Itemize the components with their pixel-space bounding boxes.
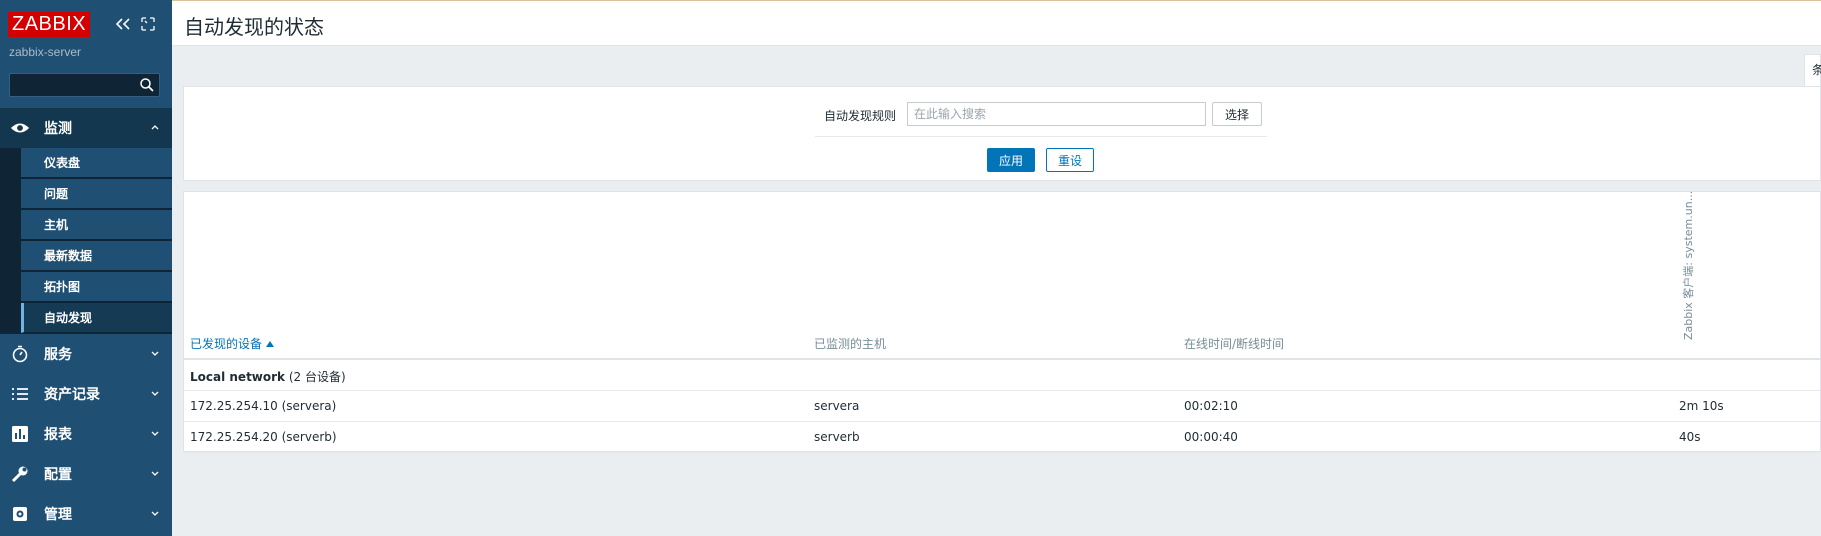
uptime-cell: 00:02:10	[1184, 399, 1238, 413]
table-row: 172.25.254.20 (serverb) serverb 00:00:40…	[184, 422, 1820, 453]
check-cell: 40s	[1679, 430, 1701, 444]
collapse-sidebar-icon[interactable]	[114, 15, 132, 33]
group-name: Local network	[190, 370, 286, 384]
select-button[interactable]: 选择	[1212, 102, 1262, 126]
column-header-host: 已监测的主机	[814, 337, 887, 351]
chevron-down-icon	[151, 511, 159, 516]
host-cell: servera	[814, 399, 860, 413]
sidebar-item-latest-data[interactable]: 最新数据	[21, 241, 172, 271]
logo-row: ZABBIX	[8, 12, 91, 37]
apply-button[interactable]: 应用	[987, 148, 1035, 172]
device-cell: 172.25.254.20 (serverb)	[190, 430, 337, 444]
discovery-rule-label: 自动发现规则	[824, 109, 897, 123]
menu-configuration-label: 配置	[44, 467, 72, 483]
sidebar-item-maps[interactable]: 拓扑图	[21, 272, 172, 302]
menu-monitoring[interactable]: 监测	[0, 108, 172, 148]
discovery-rule-input[interactable]	[907, 102, 1206, 126]
sidebar: ZABBIX zabbix-server 监测 仪表盘 问题 主机 最新数据 拓…	[0, 0, 172, 536]
search-icon[interactable]	[139, 77, 155, 93]
bar-chart-icon	[10, 425, 30, 443]
menu-reports-label: 报表	[44, 427, 72, 443]
list-icon	[10, 385, 30, 403]
sidebar-item-problems[interactable]: 问题	[21, 179, 172, 209]
group-count: (2 台设备)	[288, 370, 346, 384]
chevron-down-icon	[151, 431, 159, 436]
menu-administration[interactable]: 管理	[0, 494, 172, 534]
sidebar-item-hosts[interactable]: 主机	[21, 210, 172, 240]
page-title: 自动发现的状态	[184, 15, 324, 39]
zabbix-logo[interactable]: ZABBIX	[8, 12, 91, 37]
discovery-table: 已发现的设备 已监测的主机 在线时间/断线时间 Zabbix 客户端: syst…	[183, 191, 1821, 453]
eye-icon	[10, 119, 30, 137]
monitoring-submenu: 仪表盘 问题 主机 最新数据 拓扑图 自动发现	[0, 148, 172, 334]
filter-divider	[815, 136, 1267, 137]
column-header-uptime: 在线时间/断线时间	[1184, 337, 1285, 351]
sidebar-item-dashboard[interactable]: 仪表盘	[21, 148, 172, 178]
gear-icon	[10, 505, 30, 523]
chevron-down-icon	[151, 351, 159, 356]
chevron-down-icon	[151, 471, 159, 476]
page-header: 自动发现的状态	[172, 1, 1821, 46]
menu-configuration[interactable]: 配置	[0, 454, 172, 494]
column-header-device[interactable]: 已发现的设备	[190, 335, 275, 352]
menu-reports[interactable]: 报表	[0, 414, 172, 454]
chevron-down-icon	[151, 391, 159, 396]
column-header-device-label: 已发现的设备	[190, 337, 263, 351]
table-row: 172.25.254.10 (servera) servera 00:02:10…	[184, 391, 1820, 422]
menu-administration-label: 管理	[44, 507, 72, 523]
device-cell: 172.25.254.10 (servera)	[190, 399, 337, 413]
column-header-check-label: Zabbix 客户端: system.un...	[1682, 190, 1695, 340]
menu-services[interactable]: 服务	[0, 334, 172, 374]
sort-ascending-icon	[266, 341, 275, 347]
table-group-row: Local network (2 台设备)	[184, 360, 1820, 391]
group-cell: Local network (2 台设备)	[190, 368, 346, 385]
filter-tab-label: 条	[1812, 63, 1821, 77]
filter-panel: 自动发现规则 选择 应用 重设	[183, 86, 1821, 181]
host-cell: serverb	[814, 430, 860, 444]
wrench-icon	[10, 465, 30, 483]
menu-services-label: 服务	[44, 347, 72, 363]
check-cell: 2m 10s	[1679, 399, 1724, 413]
menu-inventory[interactable]: 资产记录	[0, 374, 172, 414]
reset-button[interactable]: 重设	[1046, 148, 1094, 172]
uptime-cell: 00:00:40	[1184, 430, 1238, 444]
server-name: zabbix-server	[9, 45, 82, 59]
menu-inventory-label: 资产记录	[44, 387, 100, 403]
filter-tab[interactable]: 条	[1804, 54, 1821, 86]
sidebar-search-input[interactable]	[9, 73, 160, 97]
stopwatch-icon	[10, 345, 30, 363]
column-header-check: Zabbix 客户端: system.un...	[1682, 191, 1699, 340]
sidebar-item-discovery[interactable]: 自动发现	[21, 303, 172, 333]
menu-monitoring-label: 监测	[44, 121, 72, 137]
chevron-up-icon	[151, 125, 159, 130]
kiosk-mode-icon[interactable]	[139, 15, 157, 33]
